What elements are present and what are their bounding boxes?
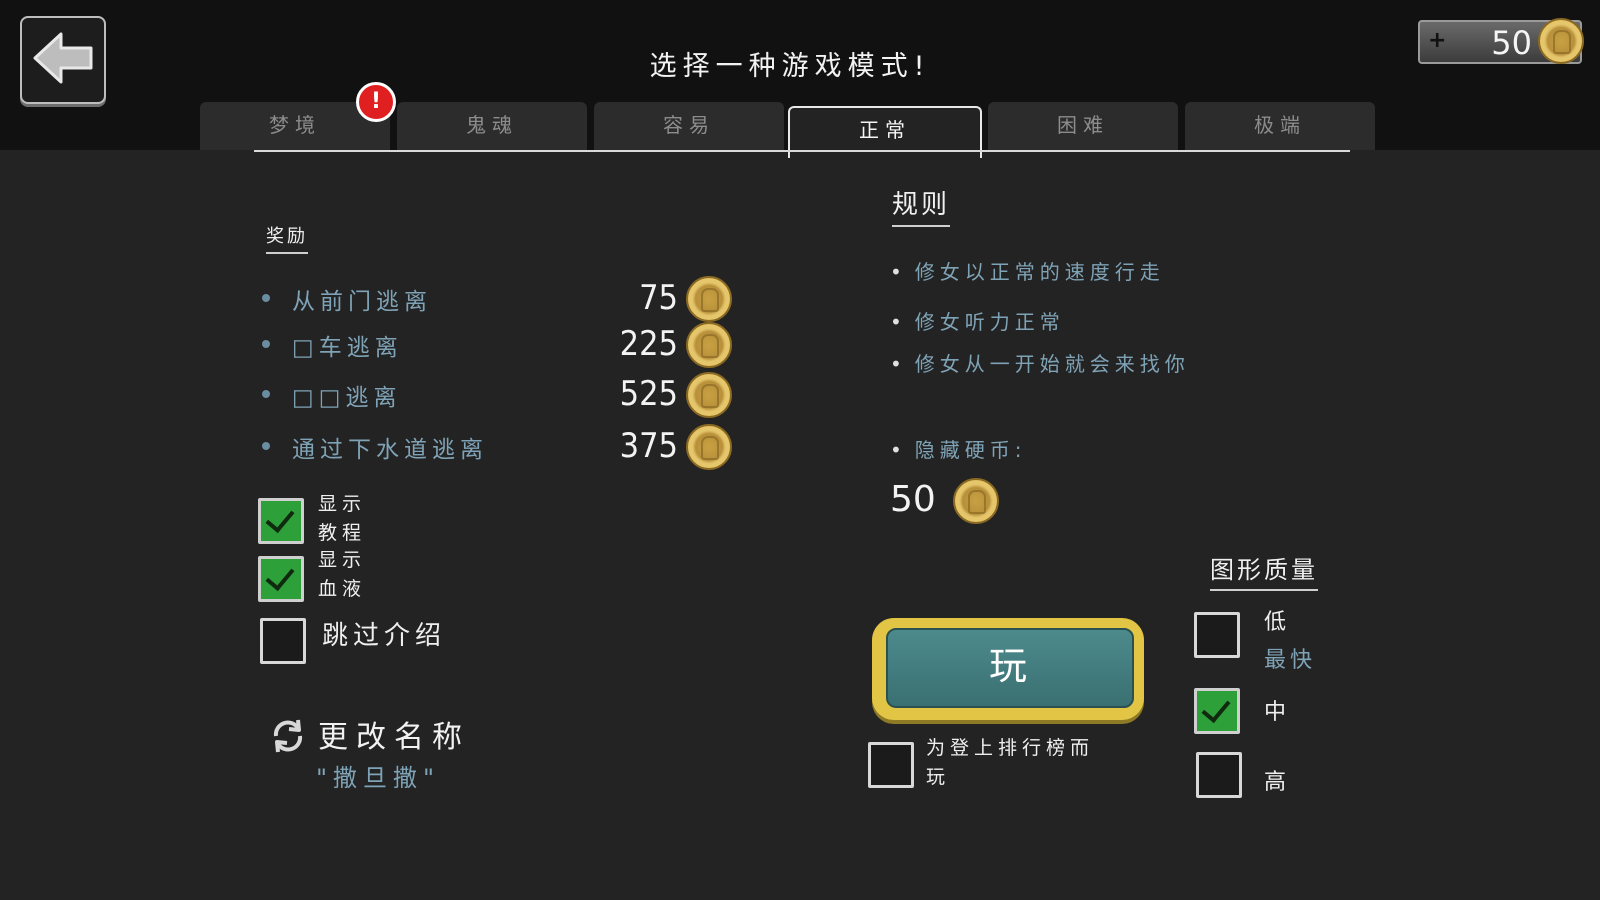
hidden-coins-value: 50 bbox=[890, 478, 1000, 524]
graphics-heading-label: 图形质量 bbox=[1210, 556, 1318, 584]
heading-underline bbox=[266, 252, 308, 254]
reward-row: □□逃离 525 bbox=[262, 372, 742, 418]
player-name: "撒旦撒" bbox=[316, 764, 441, 792]
coin-icon bbox=[686, 322, 732, 368]
bullet-icon: • bbox=[890, 260, 907, 284]
reward-label: 从前门逃离 bbox=[292, 289, 432, 315]
reward-label: □□逃离 bbox=[292, 385, 402, 411]
page-title: 选择一种游戏模式! bbox=[649, 51, 931, 82]
coin-icon bbox=[686, 424, 732, 470]
skip-intro-label: 跳过介绍 bbox=[322, 621, 447, 651]
tab-extreme[interactable]: 极端 bbox=[1185, 102, 1375, 150]
coin-icon bbox=[1538, 18, 1584, 64]
rule-item: • 修女从一开始就会来找你 bbox=[890, 348, 1190, 377]
rule-item: • 修女以正常的速度行走 bbox=[890, 256, 1165, 285]
reward-value: 75 bbox=[639, 278, 678, 318]
hidden-coins-text: 隐藏硬币: bbox=[914, 438, 1027, 462]
rules-heading-label: 规则 bbox=[892, 190, 951, 220]
heading-underline bbox=[1210, 589, 1318, 591]
reward-label: □车逃离 bbox=[292, 335, 403, 361]
label-line: 玩 bbox=[926, 766, 951, 788]
show-blood-checkbox[interactable] bbox=[258, 556, 304, 602]
tab-easy[interactable]: 容易 bbox=[594, 102, 784, 150]
reward-row: □车逃离 225 bbox=[262, 322, 742, 368]
back-arrow-icon bbox=[31, 30, 95, 90]
label-line: 显示 bbox=[318, 493, 367, 515]
bullet-icon bbox=[262, 442, 270, 450]
rule-item: • 修女听力正常 bbox=[890, 306, 1065, 335]
tab-ghost[interactable]: 鬼魂 bbox=[397, 102, 587, 150]
refresh-icon bbox=[268, 716, 308, 760]
tab-underline bbox=[254, 150, 1350, 152]
coin-icon bbox=[686, 372, 732, 418]
show-blood-label: 显示 血液 bbox=[318, 546, 366, 604]
reward-label: 通过下水道逃离 bbox=[292, 437, 488, 463]
bullet-icon: • bbox=[890, 310, 907, 334]
rewards-heading-label: 奖励 bbox=[266, 226, 308, 247]
leaderboard-label: 为登上排行榜而 玩 bbox=[926, 734, 1094, 792]
label-line: 为登上排行榜而 bbox=[926, 737, 1095, 759]
graphics-low-checkbox[interactable] bbox=[1194, 612, 1240, 658]
coin-balance[interactable]: + 50 bbox=[1418, 18, 1584, 64]
add-coins-icon[interactable]: + bbox=[1428, 28, 1446, 53]
bullet-icon bbox=[262, 390, 270, 398]
play-button-label: 玩 bbox=[886, 628, 1134, 708]
rename-title: 更改名称 bbox=[318, 720, 470, 755]
bullet-icon: • bbox=[890, 438, 907, 462]
tab-hard[interactable]: 困难 bbox=[988, 102, 1178, 150]
show-tutorial-label: 显示 教程 bbox=[318, 490, 366, 548]
play-button[interactable]: 玩 bbox=[872, 618, 1144, 720]
graphics-heading: 图形质量 bbox=[1210, 550, 1318, 591]
graphics-high-checkbox[interactable] bbox=[1196, 752, 1242, 798]
graphics-low-label: 低 bbox=[1264, 610, 1291, 635]
hidden-coins-label: • 隐藏硬币: bbox=[890, 434, 1027, 463]
label-line: 教程 bbox=[318, 522, 367, 544]
graphics-low-sublabel: 最快 bbox=[1264, 648, 1317, 673]
hidden-coins-number: 50 bbox=[890, 479, 936, 520]
rewards-heading: 奖励 bbox=[266, 222, 308, 254]
reward-value: 525 bbox=[619, 374, 678, 414]
bullet-icon bbox=[262, 340, 270, 348]
reward-row: 通过下水道逃离 375 bbox=[262, 424, 742, 470]
coin-icon bbox=[953, 478, 1000, 524]
coin-icon bbox=[686, 276, 732, 322]
rename-button[interactable]: 更改名称 "撒旦撒" bbox=[268, 712, 528, 802]
reward-value: 375 bbox=[619, 426, 678, 466]
graphics-medium-label: 中 bbox=[1264, 700, 1291, 725]
rules-heading: 规则 bbox=[892, 184, 951, 227]
leaderboard-checkbox[interactable] bbox=[868, 742, 914, 788]
label-line: 显示 bbox=[318, 549, 367, 571]
skip-intro-checkbox[interactable] bbox=[260, 618, 306, 664]
reward-row: 从前门逃离 75 bbox=[262, 276, 742, 322]
bullet-icon bbox=[262, 294, 270, 302]
bullet-icon: • bbox=[890, 352, 907, 376]
reward-value: 225 bbox=[619, 324, 678, 364]
heading-underline bbox=[892, 225, 951, 227]
rule-text: 修女以正常的速度行走 bbox=[914, 260, 1165, 284]
graphics-medium-checkbox[interactable] bbox=[1194, 688, 1240, 734]
back-button[interactable] bbox=[20, 16, 106, 104]
rule-text: 修女听力正常 bbox=[914, 310, 1065, 334]
rule-text: 修女从一开始就会来找你 bbox=[914, 352, 1190, 376]
alert-icon: ! bbox=[356, 82, 396, 122]
graphics-high-label: 高 bbox=[1264, 770, 1291, 795]
coin-balance-value: 50 bbox=[1491, 24, 1532, 62]
label-line: 血液 bbox=[318, 578, 367, 600]
show-tutorial-checkbox[interactable] bbox=[258, 498, 304, 544]
